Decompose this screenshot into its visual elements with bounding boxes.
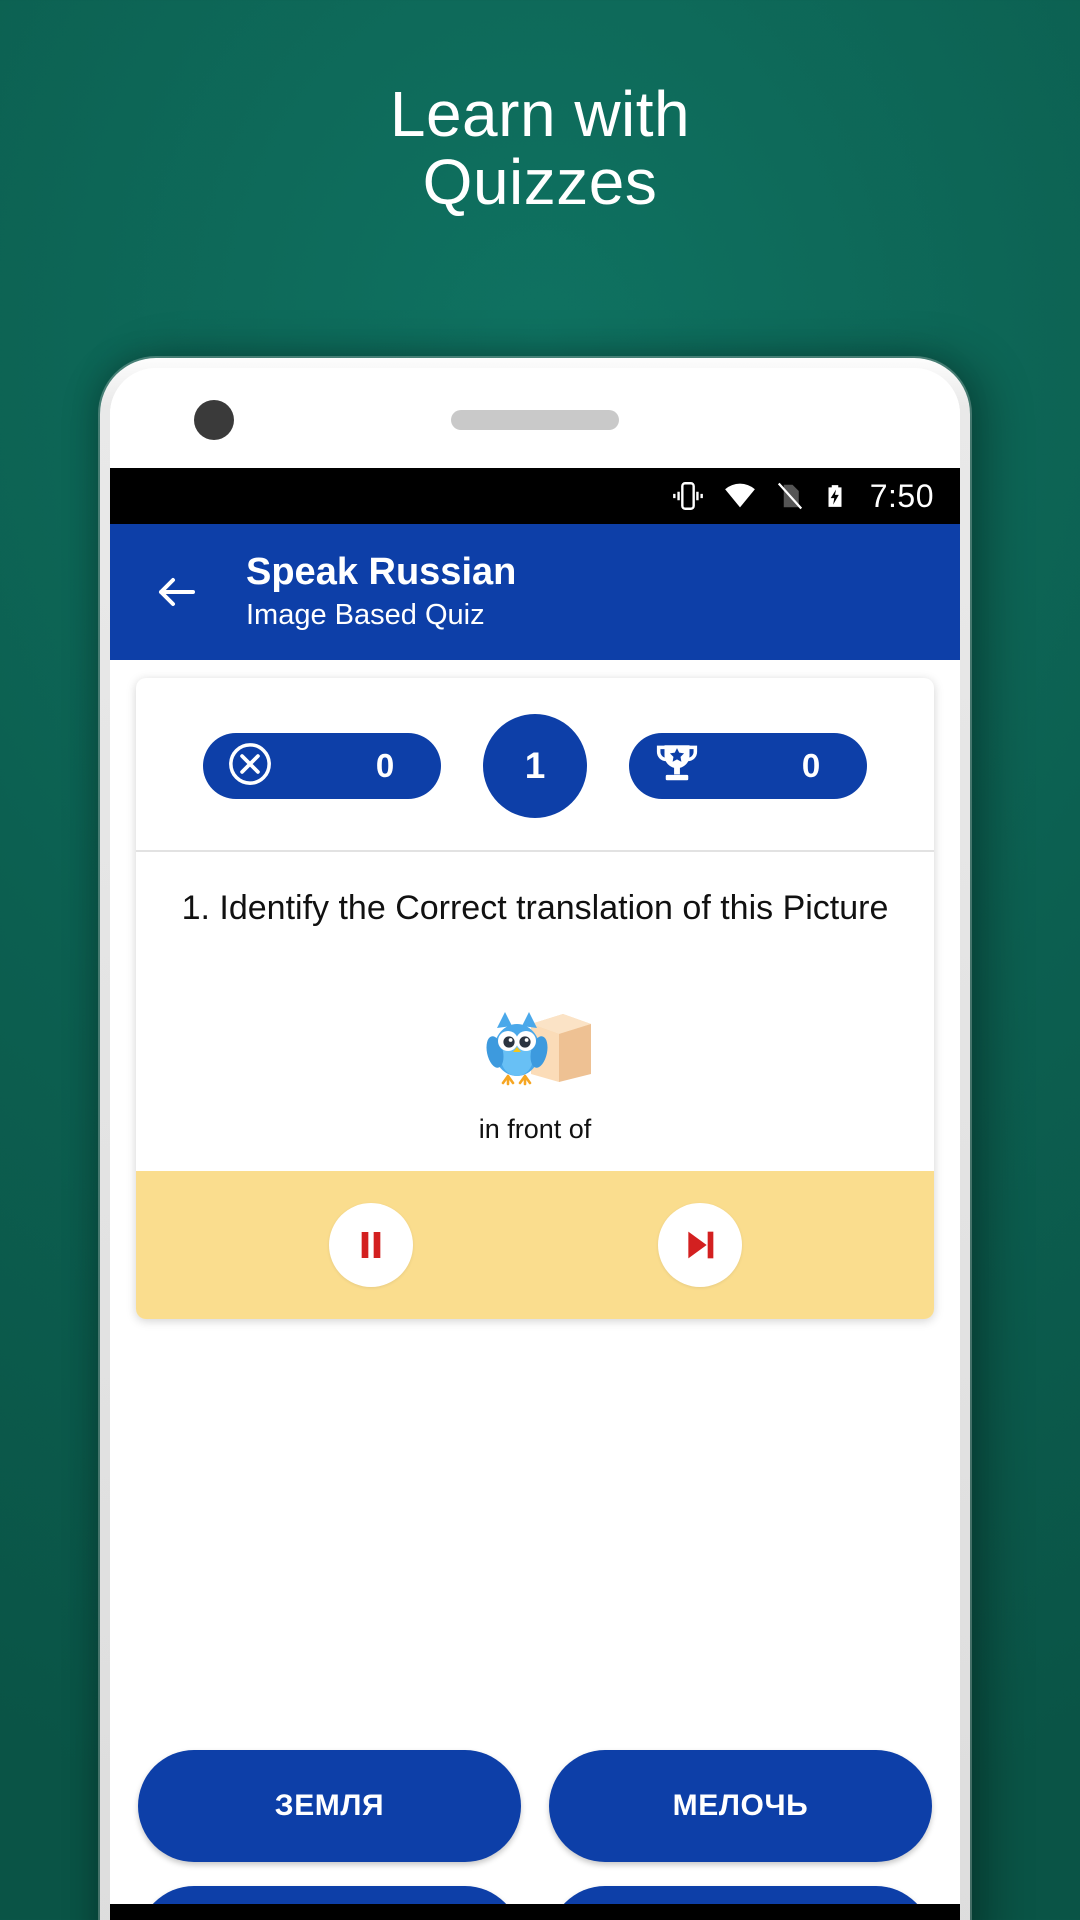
speaker-grille (451, 410, 619, 430)
system-navigation-bar (110, 1904, 960, 1920)
score-row: 0 1 0 (136, 678, 934, 850)
wrong-answers-count: 0 (375, 747, 395, 784)
app-body: 0 1 0 1. Identify the Correct translatio… (110, 660, 960, 1920)
correct-answers-count: 0 (801, 747, 821, 784)
status-bar: 7:50 (110, 468, 960, 524)
no-sim-icon (775, 479, 805, 513)
back-arrow-icon[interactable] (144, 559, 210, 625)
app-subtitle: Image Based Quiz (246, 598, 485, 631)
phone-mockup: 7:50 Speak Russian Image Based Quiz 0 1 … (100, 358, 970, 1920)
owl-in-front-of-box-illustration (486, 1011, 591, 1085)
answer-options: ЗЕМЛЯ МЕЛОЧЬ КНИГА ПЕРЕД (138, 1750, 932, 1920)
app-bar: Speak Russian Image Based Quiz (110, 524, 960, 660)
x-circle-icon (225, 739, 275, 794)
audio-player (136, 1170, 934, 1319)
phone-screen: 7:50 Speak Russian Image Based Quiz 0 1 … (110, 368, 960, 1920)
wrong-answers-pill: 0 (203, 733, 441, 799)
status-bar-time: 7:50 (869, 477, 934, 514)
skip-next-button[interactable] (657, 1202, 742, 1287)
current-question-counter: 1 (483, 714, 587, 818)
question-picture (136, 942, 934, 1092)
promo-headline: Learn with Quizzes (389, 78, 691, 219)
pause-button[interactable] (328, 1202, 413, 1287)
trophy-icon (651, 739, 703, 794)
quiz-card: 0 1 0 1. Identify the Correct translatio… (136, 678, 934, 1319)
vibrate-icon (671, 479, 705, 513)
prompt-word: in front of (478, 1113, 592, 1144)
battery-charging-icon (822, 479, 848, 513)
answer-option-2[interactable]: МЕЛОЧЬ (549, 1750, 932, 1862)
answer-option-1[interactable]: ЗЕМЛЯ (138, 1750, 521, 1862)
app-bar-titles: Speak Russian Image Based Quiz (246, 550, 516, 635)
phone-bezel-top (110, 368, 960, 468)
correct-answers-pill: 0 (629, 733, 867, 799)
question-text: 1. Identify the Correct translation of t… (181, 889, 889, 927)
wifi-icon (722, 479, 758, 513)
camera-icon (194, 400, 234, 440)
app-title: Speak Russian (246, 550, 517, 593)
